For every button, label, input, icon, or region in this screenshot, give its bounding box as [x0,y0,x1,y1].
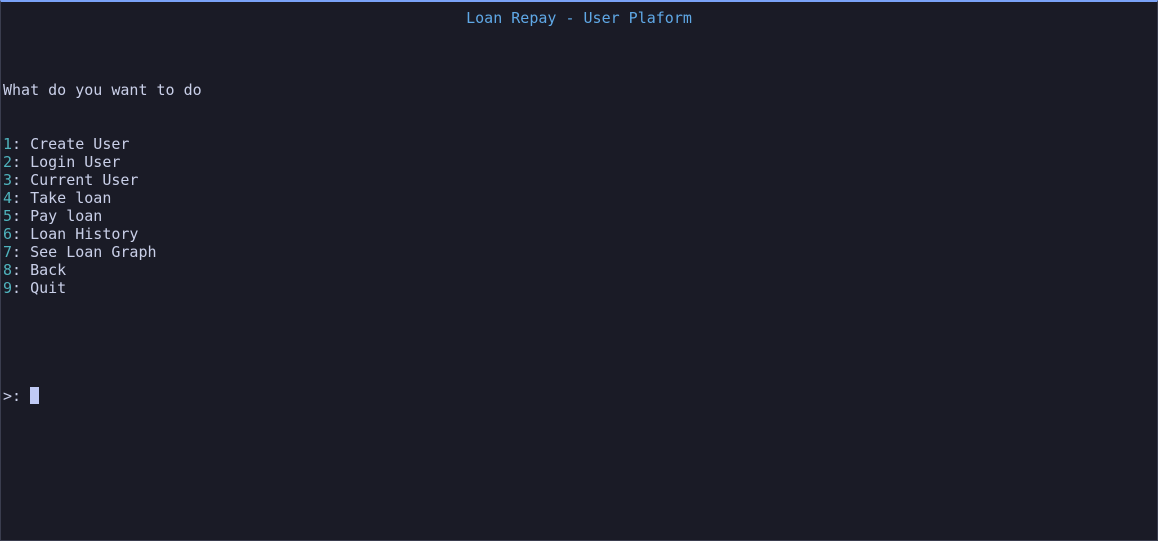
menu-item: 5: Pay loan [3,207,202,225]
menu-item: 9: Quit [3,279,202,297]
menu-item-separator: : [12,279,31,297]
menu-item-number: 3 [3,171,13,189]
menu-item-number: 9 [3,279,13,297]
menu-item-separator: : [12,225,31,243]
menu-item-label: Take loan [30,189,112,207]
menu-item: 2: Login User [3,153,202,171]
menu-item-label: Loan History [30,225,139,243]
menu-item-number: 1 [3,135,13,153]
menu-item-number: 4 [3,189,13,207]
text-cursor [30,387,40,404]
menu-item-separator: : [12,261,31,279]
menu-item-label: Quit [30,279,67,297]
menu-item: 4: Take loan [3,189,202,207]
menu-item-label: Current User [30,171,139,189]
menu-item-label: Pay loan [30,207,103,225]
menu-item-label: Login User [30,153,121,171]
menu-item-separator: : [12,207,31,225]
menu-item-separator: : [12,153,31,171]
window-title: Loan Repay - User Plaform [466,9,692,27]
menu-item-number: 7 [3,243,13,261]
menu-item: 7: See Loan Graph [3,243,202,261]
menu-item: 8: Back [3,261,202,279]
input-line[interactable]: >: [3,387,202,405]
menu-item-separator: : [12,243,31,261]
menu-item-separator: : [12,135,31,153]
menu-item: 6: Loan History [3,225,202,243]
input-prompt: >: [3,387,22,405]
menu-item-label: Back [30,261,67,279]
menu-item-separator: : [12,189,31,207]
menu-item-number: 6 [3,225,13,243]
menu-item-number: 2 [3,153,13,171]
menu-item-separator: : [12,171,31,189]
menu-item-number: 5 [3,207,13,225]
menu-item-label: See Loan Graph [30,243,157,261]
terminal-body: What do you want to do 1: Create User 2: … [3,45,202,423]
menu-item: 3: Current User [3,171,202,189]
menu-item: 1: Create User [3,135,202,153]
menu-heading: What do you want to do [3,81,202,99]
menu-item-number: 8 [3,261,13,279]
menu-item-label: Create User [30,135,130,153]
